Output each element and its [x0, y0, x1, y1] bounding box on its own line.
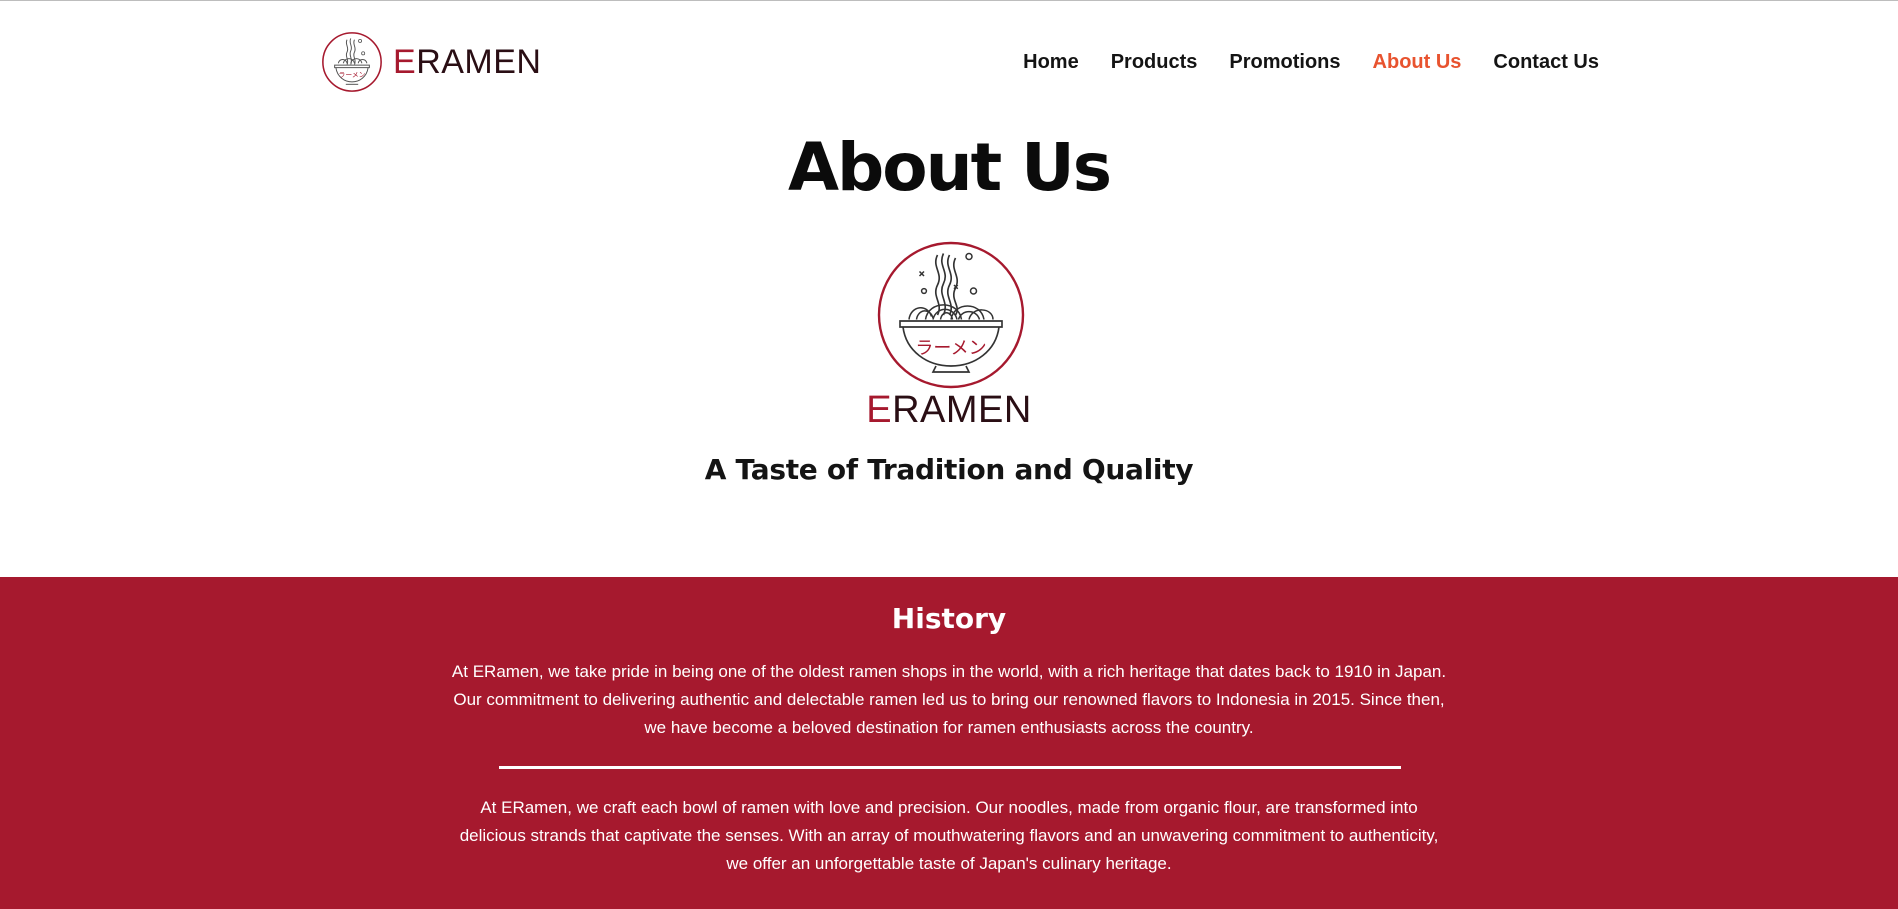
nav-home[interactable]: Home	[1023, 48, 1079, 76]
nav-promotions[interactable]: Promotions	[1229, 48, 1340, 76]
brand-wordmark-initial: E	[393, 43, 417, 81]
history-title: History	[891, 602, 1007, 635]
brand-home-link[interactable]: ラーメン E RAMEN	[321, 31, 541, 93]
history-section: History At ERamen, we take pride in bein…	[0, 577, 1898, 909]
ramen-bowl-logo-icon: ラーメン	[322, 32, 382, 92]
history-paragraph-1: At ERamen, we take pride in being one of…	[451, 662, 1447, 737]
svg-text:ラーメン: ラーメン	[915, 338, 986, 359]
nav-products[interactable]: Products	[1111, 48, 1198, 76]
main-nav: Home Products Promotions About Us Contac…	[991, 48, 1599, 76]
brand-wordmark: E RAMEN	[393, 45, 541, 79]
hero-wordmark: E RAMEN	[0, 388, 1898, 432]
hero-wordmark-rest: RAMEN	[892, 389, 1032, 431]
section-divider	[499, 766, 1401, 769]
history-paragraph-2: At ERamen, we craft each bowl of ramen w…	[459, 798, 1439, 873]
svg-text:ラーメン: ラーメン	[339, 71, 366, 79]
page-title: About Us	[787, 129, 1112, 206]
tagline: A Taste of Tradition and Quality	[704, 453, 1194, 486]
ramen-bowl-hero-logo-icon: ラーメン	[877, 241, 1025, 389]
hero-wordmark-initial: E	[866, 389, 893, 431]
nav-contact-us[interactable]: Contact Us	[1493, 48, 1599, 76]
site-header: ラーメン E RAMEN Home Products Promotions Abo…	[0, 1, 1898, 119]
nav-about-us[interactable]: About Us	[1373, 48, 1462, 76]
brand-wordmark-rest: RAMEN	[416, 43, 542, 81]
